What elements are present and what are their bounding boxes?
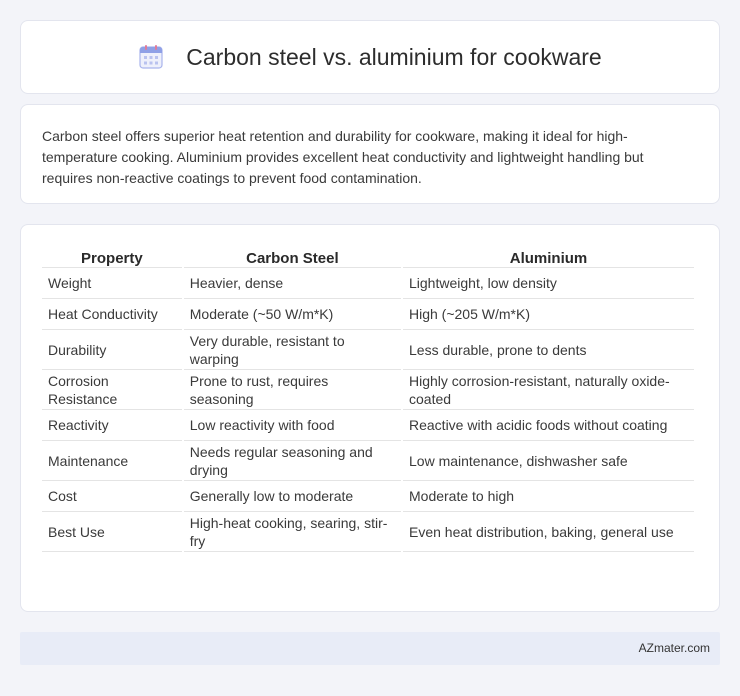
row-carbon-steel: Moderate (~50 W/m*K) — [183, 299, 401, 330]
calendar-icon — [139, 45, 163, 69]
table-row: Reactivity Low reactivity with food Reac… — [42, 410, 694, 441]
comparison-table: Property Carbon Steel Aluminium Weight H… — [40, 246, 696, 552]
row-property: Heat Conductivity — [42, 299, 182, 330]
table-row: Heat Conductivity Moderate (~50 W/m*K) H… — [42, 299, 694, 330]
row-carbon-steel: Needs regular seasoning and drying — [183, 441, 401, 481]
row-property: Cost — [42, 481, 182, 512]
row-property: Durability — [42, 330, 182, 370]
footer-brand-link[interactable]: AZmater.com — [639, 641, 710, 655]
column-header-carbon-steel: Carbon Steel — [183, 246, 401, 268]
comparison-table-card: Property Carbon Steel Aluminium Weight H… — [20, 224, 720, 612]
row-aluminium: Reactive with acidic foods without coati… — [403, 410, 694, 441]
row-property: Maintenance — [42, 441, 182, 481]
row-aluminium: Moderate to high — [403, 481, 694, 512]
row-carbon-steel: Generally low to moderate — [183, 481, 401, 512]
row-property: Best Use — [42, 512, 182, 552]
row-property: Weight — [42, 268, 182, 299]
table-row: Durability Very durable, resistant to wa… — [42, 330, 694, 370]
row-aluminium: Highly corrosion-resistant, naturally ox… — [403, 370, 694, 410]
table-header-row: Property Carbon Steel Aluminium — [42, 246, 694, 268]
row-aluminium: High (~205 W/m*K) — [403, 299, 694, 330]
row-aluminium: Even heat distribution, baking, general … — [403, 512, 694, 552]
column-header-property: Property — [42, 246, 182, 268]
summary-text: Carbon steel offers superior heat retent… — [42, 128, 644, 186]
table-row: Cost Generally low to moderate Moderate … — [42, 481, 694, 512]
row-property: Corrosion Resistance — [42, 370, 182, 410]
row-aluminium: Less durable, prone to dents — [403, 330, 694, 370]
row-carbon-steel: Very durable, resistant to warping — [183, 330, 401, 370]
footer: AZmater.com — [20, 632, 720, 665]
row-carbon-steel: Heavier, dense — [183, 268, 401, 299]
row-property: Reactivity — [42, 410, 182, 441]
row-carbon-steel: Prone to rust, requires seasoning — [183, 370, 401, 410]
page-title: Carbon steel vs. aluminium for cookware — [186, 43, 602, 70]
row-carbon-steel: High-heat cooking, searing, stir-fry — [183, 512, 401, 552]
row-aluminium: Lightweight, low density — [403, 268, 694, 299]
row-carbon-steel: Low reactivity with food — [183, 410, 401, 441]
summary-card: Carbon steel offers superior heat retent… — [20, 104, 720, 204]
column-header-aluminium: Aluminium — [403, 246, 694, 268]
title-card: Carbon steel vs. aluminium for cookware — [20, 20, 720, 94]
table-row: Maintenance Needs regular seasoning and … — [42, 441, 694, 481]
row-aluminium: Low maintenance, dishwasher safe — [403, 441, 694, 481]
table-row: Best Use High-heat cooking, searing, sti… — [42, 512, 694, 552]
table-row: Weight Heavier, dense Lightweight, low d… — [42, 268, 694, 299]
table-row: Corrosion Resistance Prone to rust, requ… — [42, 370, 694, 410]
